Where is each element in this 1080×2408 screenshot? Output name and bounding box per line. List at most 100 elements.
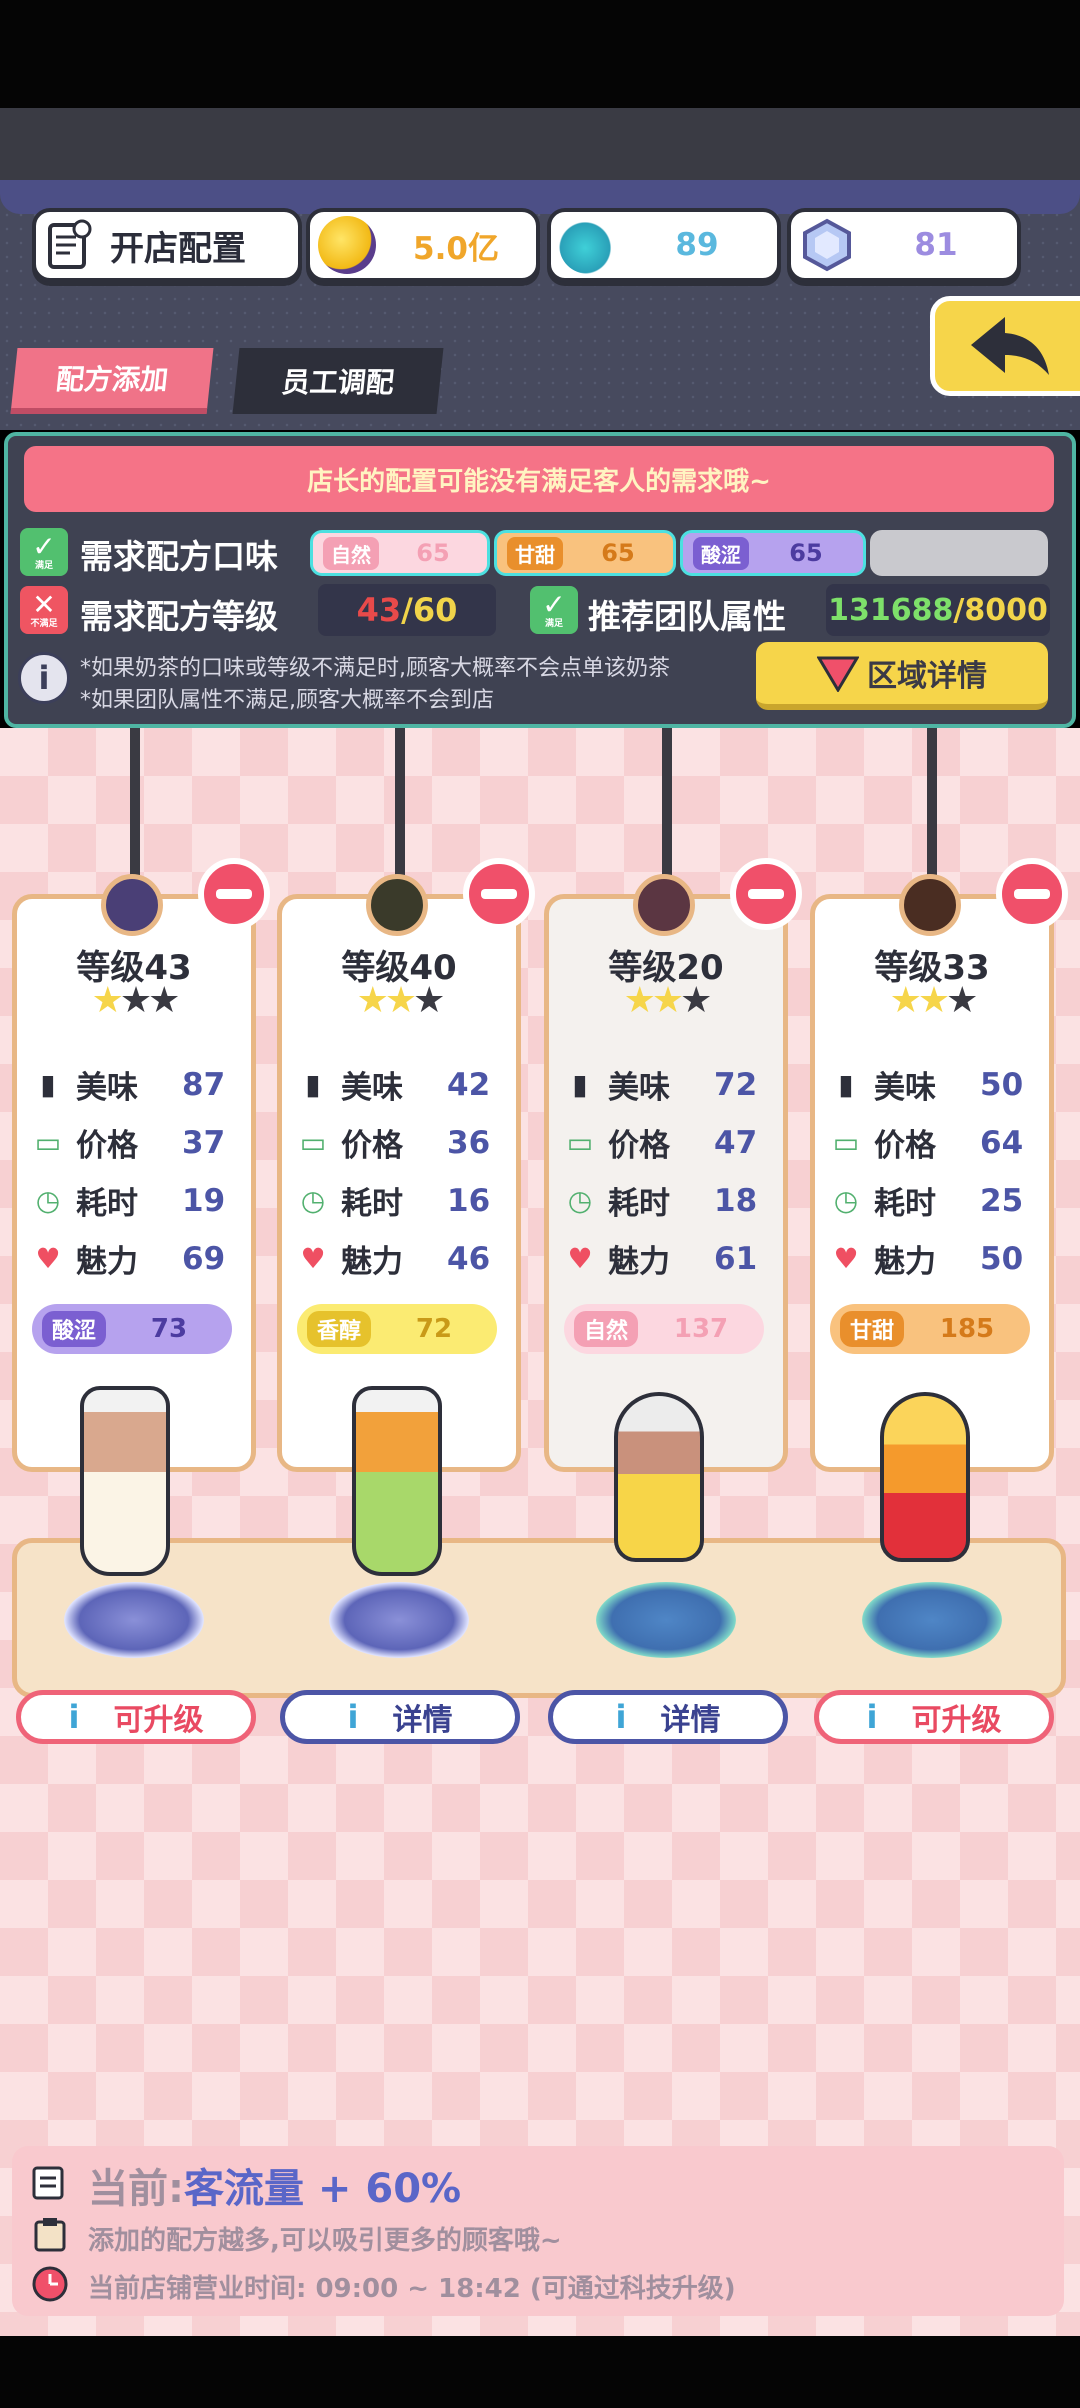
milk-tea-cup xyxy=(80,1386,170,1576)
stat-price-value: 47 xyxy=(714,1124,758,1161)
stat-time-row: ◷ 耗时 25 xyxy=(828,1178,1048,1223)
coin-icon xyxy=(318,216,376,274)
recipe-flavor-badge: 酸涩 73 xyxy=(32,1304,232,1354)
stat-price-row: ▭ 价格 37 xyxy=(30,1120,250,1165)
recipe-stars: ★★★ xyxy=(356,980,446,1021)
recipe-flavor-name: 甘甜 xyxy=(840,1311,905,1347)
stat-charm-label: 魅力 xyxy=(76,1244,138,1280)
upgrade-button[interactable]: i 可升级 xyxy=(16,1690,256,1744)
flavor-sour-value: 65 xyxy=(789,539,823,567)
cup-icon: ▮ xyxy=(572,1068,588,1101)
current-bonus: 当前:客流量 + 60% xyxy=(88,2156,461,2214)
team-ok-mark: 满足 xyxy=(544,619,563,629)
remove-recipe-button[interactable] xyxy=(996,858,1068,930)
status-bar xyxy=(0,0,1080,108)
stat-charm-label: 魅力 xyxy=(608,1244,670,1280)
cup-icon: ▮ xyxy=(305,1068,321,1101)
upgrade-button-label: 可升级 xyxy=(113,1703,204,1738)
leaf-icon xyxy=(633,874,695,936)
tab-staff-allocation-label: 员工调配 xyxy=(280,366,396,399)
recipe-flavor-value: 137 xyxy=(673,1314,729,1344)
upgrade-button[interactable]: i 可升级 xyxy=(814,1690,1054,1744)
stat-time-label: 耗时 xyxy=(341,1186,403,1222)
note-team: *如果团队属性不满足,顾客大概率不会到店 xyxy=(80,688,494,713)
tab-recipe-add[interactable]: 配方添加 xyxy=(10,348,214,414)
potion-counter: 89 xyxy=(547,208,781,282)
cup-platform xyxy=(596,1582,736,1658)
stat-time-label: 耗时 xyxy=(608,1186,670,1222)
grape-icon xyxy=(101,874,163,936)
nav-bar xyxy=(0,2336,1080,2408)
stat-time-label: 耗时 xyxy=(874,1186,936,1222)
stat-charm-row: ♥ 魅力 61 xyxy=(562,1236,782,1281)
stat-price-value: 37 xyxy=(182,1124,226,1161)
rope xyxy=(927,728,937,878)
bottom-tip: 添加的配方越多,可以吸引更多的顾客哦~ xyxy=(88,2226,562,2256)
money-icon: ▭ xyxy=(34,1126,62,1159)
money-icon: ▭ xyxy=(299,1126,327,1159)
flavor-check-icon: ✓ 满足 xyxy=(20,528,68,576)
clock-icon: ◷ xyxy=(567,1184,593,1217)
remove-recipe-button[interactable] xyxy=(198,858,270,930)
clock-icon: ◷ xyxy=(300,1184,326,1217)
detail-button[interactable]: i 详情 xyxy=(548,1690,788,1744)
stat-taste-row: ▮ 美味 42 xyxy=(295,1062,515,1107)
shop-config-box[interactable]: 开店配置 xyxy=(32,208,302,282)
checklist-icon xyxy=(32,2166,64,2200)
recipe-stars: ★★★ xyxy=(623,980,713,1021)
cup-platform xyxy=(329,1582,469,1658)
cup-icon: ▮ xyxy=(40,1068,56,1101)
remove-recipe-button[interactable] xyxy=(463,858,535,930)
flavor-ok-mark: 满足 xyxy=(34,561,53,571)
stat-taste-label: 美味 xyxy=(608,1070,670,1106)
funnel-icon xyxy=(817,656,859,692)
recipe-flavor-badge: 甘甜 185 xyxy=(830,1304,1030,1354)
stat-taste-row: ▮ 美味 50 xyxy=(828,1062,1048,1107)
stat-time-value: 25 xyxy=(980,1182,1024,1219)
heart-icon: ♥ xyxy=(833,1242,859,1275)
tab-staff-allocation[interactable]: 员工调配 xyxy=(232,348,444,414)
detail-button-label: 详情 xyxy=(660,1703,721,1738)
stat-price-label: 价格 xyxy=(874,1128,936,1164)
document-icon xyxy=(48,219,92,269)
milk-tea-cup xyxy=(614,1392,704,1562)
level-target: /60 xyxy=(401,591,458,629)
heart-icon: ♥ xyxy=(300,1242,326,1275)
level-fail-icon: ✕ 不满足 xyxy=(20,586,68,634)
money-icon: ▭ xyxy=(566,1126,594,1159)
flavor-natural-pill: 自然 65 xyxy=(310,530,490,576)
flavor-natural-name: 自然 xyxy=(323,536,379,570)
info-icon: i xyxy=(866,1698,878,1736)
stat-charm-row: ♥ 魅力 69 xyxy=(30,1236,250,1281)
info-icon: i xyxy=(347,1698,359,1736)
stat-charm-row: ♥ 魅力 50 xyxy=(828,1236,1048,1281)
team-requirement-label: 推荐团队属性 xyxy=(588,597,786,636)
level-requirement-label: 需求配方等级 xyxy=(80,597,278,636)
stat-time-label: 耗时 xyxy=(76,1186,138,1222)
pudding-icon xyxy=(899,874,961,936)
region-detail-button[interactable]: 区域详情 xyxy=(756,642,1048,710)
warning-text: 店长的配置可能没有满足客人的需求哦~ xyxy=(307,466,771,497)
stat-charm-value: 50 xyxy=(980,1240,1024,1277)
recipe-flavor-name: 自然 xyxy=(574,1311,639,1347)
level-bad-mark: 不满足 xyxy=(30,619,58,629)
cup-platform xyxy=(64,1582,204,1658)
rope xyxy=(130,728,140,878)
stat-time-row: ◷ 耗时 18 xyxy=(562,1178,782,1223)
team-check-icon: ✓ 满足 xyxy=(530,586,578,634)
stat-price-row: ▭ 价格 47 xyxy=(562,1120,782,1165)
gem-icon xyxy=(803,218,851,272)
info-icon: i xyxy=(18,652,70,704)
stat-time-value: 16 xyxy=(447,1182,491,1219)
flavor-natural-value: 65 xyxy=(416,539,450,567)
gem-counter: 81 xyxy=(787,208,1021,282)
stat-price-label: 价格 xyxy=(76,1128,138,1164)
stat-charm-value: 46 xyxy=(447,1240,491,1277)
note-flavor-level: *如果奶茶的口味或等级不满足时,顾客大概率不会点单该奶茶 xyxy=(80,656,670,681)
back-button[interactable] xyxy=(930,296,1080,396)
detail-button-label: 详情 xyxy=(392,1703,453,1738)
cup-platform xyxy=(862,1582,1002,1658)
remove-recipe-button[interactable] xyxy=(730,858,802,930)
stat-taste-label: 美味 xyxy=(341,1070,403,1106)
detail-button[interactable]: i 详情 xyxy=(280,1690,520,1744)
